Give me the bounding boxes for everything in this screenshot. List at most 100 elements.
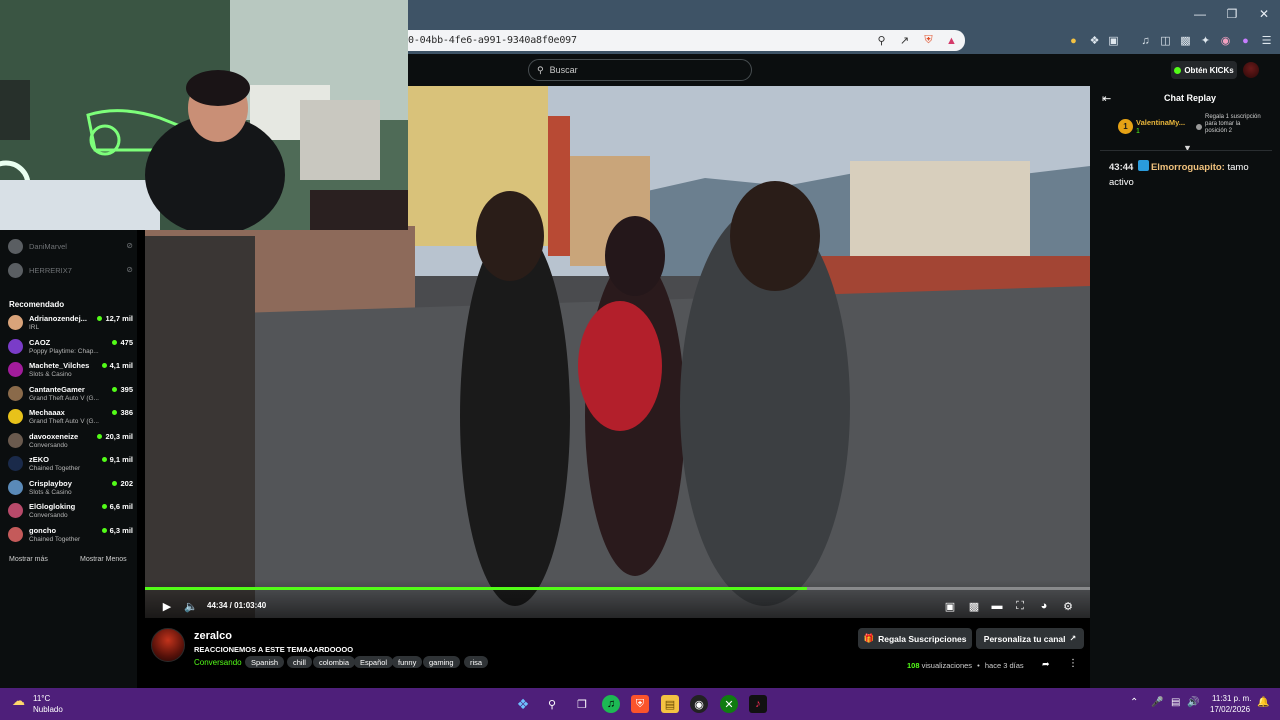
sidebar-recommended-channel[interactable]: Crisplayboy Slots & Casino 202 bbox=[8, 477, 133, 499]
volume-tray-icon[interactable]: 🔊 bbox=[1187, 697, 1199, 708]
channel-name: Mechaaax bbox=[29, 408, 65, 417]
show-more-link[interactable]: Mostrar más bbox=[9, 556, 48, 563]
gift-subs-button[interactable]: 🎁 Regala Suscripciones bbox=[858, 628, 972, 649]
sidebar-recommended-channel[interactable]: Adrianozendej... IRL 12,7 mil bbox=[8, 312, 133, 334]
brave-rewards-icon[interactable]: ▲ bbox=[944, 33, 959, 48]
streamer-avatar[interactable] bbox=[151, 628, 185, 662]
profile-icon[interactable]: ● bbox=[1238, 33, 1253, 48]
collapse-chat-icon[interactable]: ⇤ bbox=[1102, 92, 1111, 105]
sidebar-recommended-channel[interactable]: davooxeneize Conversando 20,3 mil bbox=[8, 430, 133, 452]
notification-icon[interactable]: 🔔 bbox=[1257, 697, 1269, 708]
theater-icon[interactable]: ▬ bbox=[989, 598, 1005, 614]
views-count: 108 bbox=[907, 661, 920, 670]
spotify-icon[interactable]: ♫ bbox=[602, 695, 620, 713]
zoom-icon[interactable]: ⚲ bbox=[874, 33, 889, 48]
viewer-count: 6,3 mil bbox=[102, 526, 133, 535]
volume-icon[interactable]: 🔈 bbox=[183, 598, 199, 614]
channel-category: Conversando bbox=[29, 441, 68, 449]
sidebar-followed-channel[interactable]: HERRERIX7 ⊘ bbox=[8, 260, 133, 282]
sidebar-followed-channel[interactable]: DaniMarvel ⊘ bbox=[8, 236, 133, 258]
minimize-icon[interactable]: — bbox=[1184, 0, 1216, 28]
stream-tag[interactable]: gaming bbox=[423, 656, 460, 668]
view-stats: 108 visualizaciones • hace 3 días bbox=[907, 661, 1024, 670]
top-gifter-name[interactable]: ValentinaMy... bbox=[1136, 118, 1185, 127]
share-page-icon[interactable]: ↗ bbox=[897, 33, 912, 48]
search-input[interactable]: ⚲ Buscar bbox=[528, 59, 752, 81]
user-avatar[interactable] bbox=[1243, 62, 1259, 78]
sidebar-recommended-channel[interactable]: goncho Chained Together 6,3 mil bbox=[8, 524, 133, 546]
fullscreen-icon[interactable]: ⛶ bbox=[1012, 598, 1028, 614]
wallet-icon[interactable]: ▩ bbox=[1178, 33, 1193, 48]
sidebar-recommended-channel[interactable]: CAOZ Poppy Playtime: Chap... 475 bbox=[8, 336, 133, 358]
leo-icon[interactable]: ✦ bbox=[1198, 33, 1213, 48]
pip-icon[interactable]: ▩ bbox=[966, 598, 982, 614]
chat-message: 43:44 Elmorroguapito: tamo activo bbox=[1109, 160, 1274, 190]
clip-icon[interactable]: ▣ bbox=[942, 598, 958, 614]
search-icon[interactable]: ⚲ bbox=[543, 695, 561, 713]
stream-tag[interactable]: chill bbox=[287, 656, 312, 668]
sidebar-recommended-channel[interactable]: ElGlogloking Conversando 6,6 mil bbox=[8, 500, 133, 522]
sidebar-icon[interactable]: ◫ bbox=[1158, 33, 1173, 48]
channel-name: Machete_Vilches bbox=[29, 361, 90, 370]
stream-tag[interactable]: risa bbox=[464, 656, 489, 668]
show-less-link[interactable]: Mostrar Menos bbox=[80, 556, 127, 563]
avatar bbox=[8, 315, 23, 330]
restore-icon[interactable]: ❐ bbox=[1216, 0, 1248, 28]
weather-cloud-icon[interactable]: ☁ bbox=[12, 693, 30, 709]
search-icon: ⚲ bbox=[537, 64, 544, 75]
playback-time: 44:34 / 01:03:40 bbox=[207, 601, 267, 610]
share-icon[interactable]: ➦ bbox=[1042, 659, 1050, 670]
stream-tag[interactable]: Spanish bbox=[245, 656, 285, 668]
windows-start-icon[interactable]: ❖ bbox=[514, 695, 532, 713]
network-icon[interactable]: ▤ bbox=[1171, 697, 1180, 708]
puzzle-icon[interactable]: ❖ bbox=[1087, 33, 1102, 48]
channel-name: HERRERIX7 bbox=[29, 266, 72, 275]
avatar bbox=[8, 362, 23, 377]
avatar bbox=[8, 263, 23, 278]
extension-icon[interactable]: ● bbox=[1066, 33, 1081, 48]
customize-channel-button[interactable]: Personaliza tu canal ↗ bbox=[976, 628, 1084, 649]
sidebar-recommended-channel[interactable]: Machete_Vilches Slots & Casino 4,1 mil bbox=[8, 359, 133, 381]
obs-icon[interactable]: ◉ bbox=[690, 695, 708, 713]
expand-pinned-icon[interactable]: ▼ bbox=[1183, 143, 1192, 153]
webcam-overlay bbox=[0, 0, 408, 230]
sidebar-recommended-channel[interactable]: CantanteGamer Grand Theft Auto V (G... 395 bbox=[8, 383, 133, 405]
channel-name: Crisplayboy bbox=[29, 478, 72, 488]
viewer-count: 386 bbox=[112, 408, 133, 417]
url-text: 0-04bb-4fe6-a991-9340a8f0e097 bbox=[408, 35, 577, 46]
vpn-icon[interactable]: ◉ bbox=[1218, 33, 1233, 48]
screenshot-icon[interactable]: ▣ bbox=[1106, 33, 1121, 48]
avatar bbox=[8, 526, 23, 542]
media-icon[interactable]: ♫ bbox=[1138, 33, 1153, 48]
play-icon[interactable]: ▶ bbox=[159, 598, 175, 614]
sidebar-recommended-channel[interactable]: Mechaaax Grand Theft Auto V (G... 386 bbox=[8, 406, 133, 428]
clock-date[interactable]: 17/02/2026 bbox=[1210, 705, 1250, 714]
avatar bbox=[8, 503, 23, 518]
tray-expand-icon[interactable]: ⌃ bbox=[1130, 697, 1138, 708]
stream-tag[interactable]: Español bbox=[354, 656, 394, 668]
brave-shield-icon[interactable]: ⛨ bbox=[921, 33, 936, 48]
stream-category[interactable]: Conversando bbox=[194, 658, 242, 667]
clock-time[interactable]: 11:31 p. m. bbox=[1212, 694, 1251, 703]
top-gifter-count: 1 bbox=[1136, 128, 1140, 135]
stream-tag[interactable]: colombia bbox=[313, 656, 356, 668]
settings-gear-icon[interactable]: ⚙ bbox=[1060, 598, 1076, 614]
task-view-icon[interactable]: ❐ bbox=[573, 695, 591, 713]
message-username[interactable]: Elmorroguapito: bbox=[1151, 162, 1225, 173]
channel-category: Slots & Casino bbox=[29, 371, 72, 378]
get-kicks-button[interactable]: Obtén KICKs bbox=[1171, 61, 1237, 79]
streamer-name[interactable]: zeralco bbox=[194, 630, 232, 642]
sidebar-recommended-channel[interactable]: zEKO Chained Together 9,1 mil bbox=[8, 453, 133, 475]
stream-tag[interactable]: funny bbox=[392, 656, 423, 668]
brave-browser-icon[interactable]: ⛨ bbox=[631, 695, 649, 713]
tiktok-icon[interactable]: ♪ bbox=[749, 695, 767, 713]
more-options-icon[interactable]: ⋮ bbox=[1068, 658, 1078, 669]
xbox-icon[interactable]: ✕ bbox=[720, 695, 738, 713]
close-icon[interactable]: ✕ bbox=[1248, 0, 1280, 28]
speed-icon[interactable]: ◕ bbox=[1036, 598, 1052, 614]
channel-name: davooxeneize bbox=[29, 431, 79, 441]
file-explorer-icon[interactable]: ▤ bbox=[661, 695, 679, 713]
avatar bbox=[8, 385, 23, 401]
microphone-icon[interactable]: 🎤 bbox=[1151, 697, 1163, 708]
menu-icon[interactable]: ☰ bbox=[1259, 33, 1274, 48]
